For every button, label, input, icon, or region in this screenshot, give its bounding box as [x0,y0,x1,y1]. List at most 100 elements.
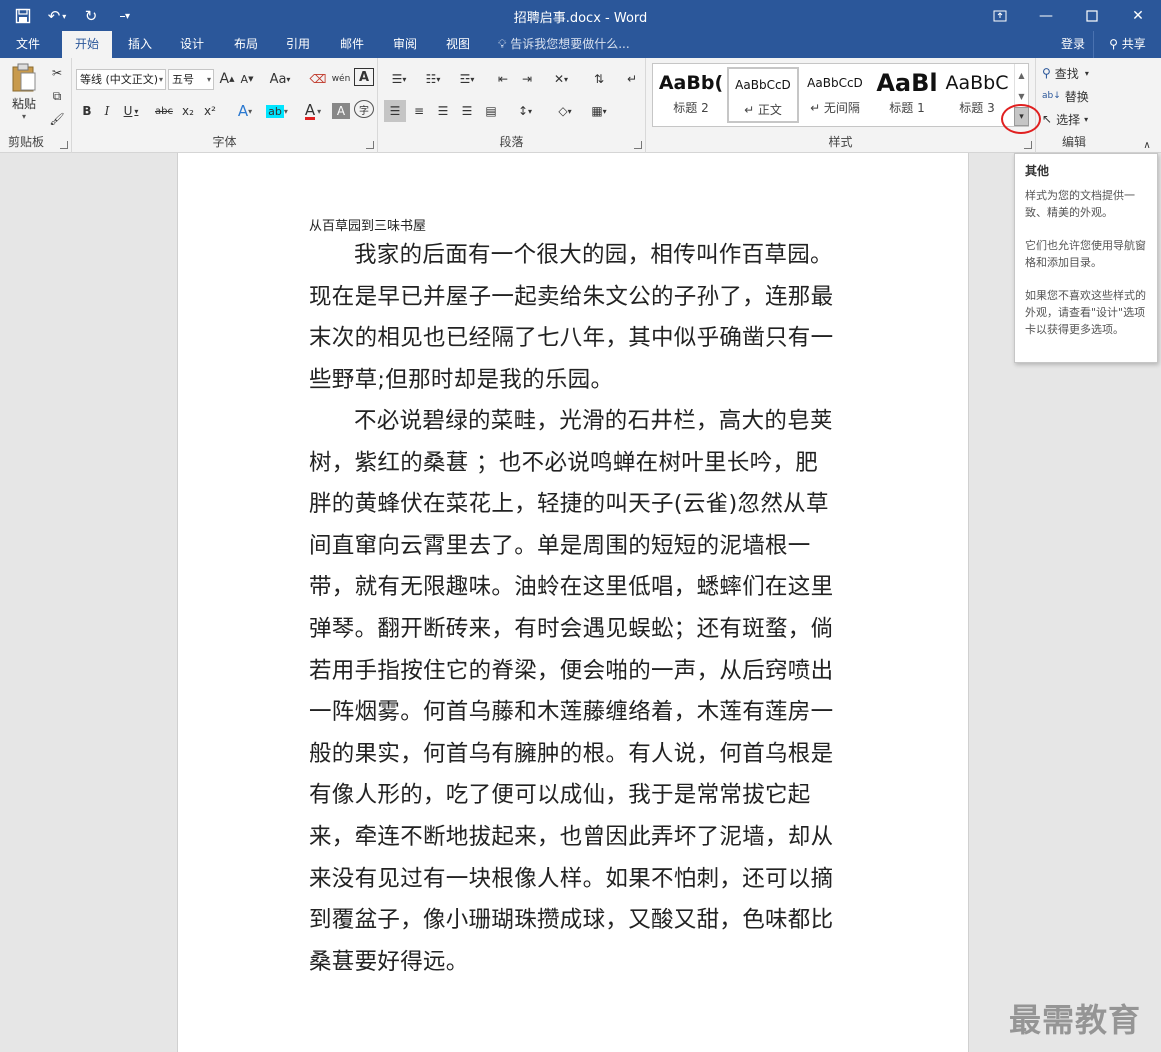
replace-label: 替换 [1064,89,1089,104]
editing-group-label: 编辑 [1061,135,1086,149]
shrink-font-icon[interactable]: A ▼ [238,68,256,90]
person-icon: ⚲ [1109,37,1118,51]
paragraph-1: 我家的后面有一个很大的园，相传叫作百草园。现在是早已并屋子一起卖给朱文公的子孙了… [309,242,834,393]
replace-button[interactable]: ab↓ 替换 [1042,85,1108,107]
justify-icon[interactable]: ☰ [456,100,478,122]
find-button[interactable]: ⚲ 查找 ▾ [1042,62,1108,84]
tab-home[interactable]: 开始 [62,31,112,58]
character-shading-icon[interactable]: A [332,103,350,119]
line-spacing-icon[interactable]: ↕ ▾ [510,100,540,122]
strikethrough-button[interactable]: abc [152,100,176,122]
font-size-select[interactable]: 五号 ▾ [168,69,214,90]
style-name: 标题 2 [673,101,709,115]
styles-launcher-icon[interactable] [1024,141,1032,149]
font-launcher-icon[interactable] [366,141,374,149]
paste-button[interactable]: 粘贴 ▾ [6,62,42,122]
increase-indent-icon[interactable]: ⇥ [516,68,538,90]
character-border-icon[interactable]: A [354,68,374,86]
highlight-color-button[interactable]: ab ▾ [262,100,292,122]
style-normal[interactable]: AaBbCcD ↵ 正文 [727,67,799,123]
borders-icon[interactable]: ▦ ▾ [584,100,614,122]
phonetic-guide-icon[interactable]: wén [330,68,352,90]
tab-mailings[interactable]: 邮件 [328,31,376,58]
styles-group-label: 样式 [828,135,853,149]
bold-button[interactable]: B [78,100,96,122]
document-page[interactable]: 从百草园到三味书屋 我家的后面有一个很大的园，相传叫作百草园。现在是早已并屋子一… [177,153,969,1052]
tell-me-box[interactable]: 💡︎ 告诉我您想要做什么... [498,31,630,58]
chinese-layout-icon[interactable]: ✕ ▾ [546,68,576,90]
title-bar: ↶ ▾ ↻ ⎯▾ 招聘启事.docx - Word — ✕ [0,0,1161,31]
tooltip-text-3: 如果您不喜欢这些样式的外观，请查看"设计"选项卡以获得更多选项。 [1025,289,1146,336]
grow-font-icon[interactable]: A ▲ [218,68,236,90]
style-heading-1[interactable]: AaBl 标题 1 [871,67,943,123]
copy-icon[interactable]: ⧉ [46,85,68,107]
close-icon[interactable]: ✕ [1115,0,1161,31]
ribbon-display-options-icon[interactable] [977,0,1023,31]
tab-file[interactable]: 文件 [0,31,56,58]
underline-button[interactable]: U ▾ [118,100,144,122]
shading-icon[interactable]: ◇ ▾ [550,100,580,122]
style-sample: AaBb( [658,72,724,94]
decrease-indent-icon[interactable]: ⇤ [492,68,514,90]
clipboard-launcher-icon[interactable] [60,141,68,149]
sort-icon[interactable]: ⇅ [588,68,610,90]
styles-gallery: AaBb( 标题 2 AaBbCcD ↵ 正文 AaBbCcD ↵ 无间隔 Aa… [652,63,1029,127]
tab-insert[interactable]: 插入 [116,31,164,58]
ribbon: 粘贴 ▾ ✂ ⧉ 🖌︎ 剪贴板 等线 (中文正文) ▾ 五号 ▾ A ▲ A ▼ Aa ▾… [0,58,1161,153]
tab-review[interactable]: 审阅 [381,31,429,58]
tab-layout[interactable]: 布局 [222,31,270,58]
align-left-icon[interactable]: ☰ [384,100,406,122]
style-heading-2[interactable]: AaBb( 标题 2 [655,67,727,123]
style-sample: AaBl [876,69,938,97]
style-sample: AaBbCcD [735,78,791,92]
tell-me-text: 告诉我您想要做什么... [510,37,630,51]
enclose-characters-icon[interactable]: 字 [354,100,374,118]
style-name: ↵ 无间隔 [810,101,860,115]
change-case-icon[interactable]: Aa ▾ [266,68,294,90]
bullets-icon[interactable]: ☰ ▾ [384,68,414,90]
cut-icon[interactable]: ✂ [46,62,68,84]
font-size-value: 五号 [172,73,194,86]
style-no-spacing[interactable]: AaBbCcD ↵ 无间隔 [799,67,871,123]
italic-button[interactable]: I [98,100,116,122]
format-painter-icon[interactable]: 🖌︎ [46,108,68,130]
cursor-icon: ↖ [1042,112,1053,126]
group-editing: ⚲ 查找 ▾ ab↓ 替换 ↖ 选择 ▾ 编辑 [1036,58,1112,153]
font-color-button[interactable]: A ▾ [298,100,328,122]
window-controls: — ✕ [977,0,1161,31]
sign-in-link[interactable]: 登录 [1061,31,1085,58]
share-label: 共享 [1121,37,1146,51]
paragraph-launcher-icon[interactable] [634,141,642,149]
document-area: 从百草园到三味书屋 我家的后面有一个很大的园，相传叫作百草园。现在是早已并屋子一… [0,153,1161,1052]
font-family-value: 等线 (中文正文) [80,73,159,86]
select-button[interactable]: ↖ 选择 ▾ [1042,108,1108,130]
align-center-icon[interactable]: ≡ [408,100,430,122]
subscript-button[interactable]: x₂ [178,100,198,122]
clear-formatting-icon[interactable]: ⌫ [308,68,328,90]
select-label: 选择 [1056,112,1081,127]
tab-design[interactable]: 设计 [168,31,216,58]
superscript-button[interactable]: x² [200,100,220,122]
lightbulb-icon: 💡︎ [498,37,507,51]
tooltip-title: 其他 [1025,164,1050,178]
find-label: 查找 [1054,66,1079,81]
more-styles-tooltip: 其他 样式为您的文档提供一致、精美的外观。 它们也允许您使用导航窗格和添加目录。… [1014,153,1158,363]
paste-label: 粘贴 [11,97,36,111]
gallery-scroll-up-icon[interactable]: ▲ [1014,64,1028,86]
font-family-select[interactable]: 等线 (中文正文) ▾ [76,69,166,90]
replace-icon: ab↓ [1042,91,1061,101]
minimize-icon[interactable]: — [1023,0,1069,31]
distributed-icon[interactable]: ▤ [480,100,502,122]
align-right-icon[interactable]: ☰ [432,100,454,122]
share-button[interactable]: ⚲ 共享 [1093,31,1161,58]
tab-view[interactable]: 视图 [434,31,482,58]
text-effects-button[interactable]: A ▾ [230,100,260,122]
document-heading: 从百草园到三味书屋 [309,219,427,234]
multilevel-list-icon[interactable]: ☲ ▾ [452,68,482,90]
tooltip-text-1: 样式为您的文档提供一致、精美的外观。 [1025,189,1135,219]
style-name: ↵ 正文 [744,103,782,117]
maximize-icon[interactable] [1069,0,1115,31]
tab-references[interactable]: 引用 [274,31,322,58]
numbering-icon[interactable]: ☷ ▾ [418,68,448,90]
show-marks-icon[interactable]: ↵ [622,68,642,90]
